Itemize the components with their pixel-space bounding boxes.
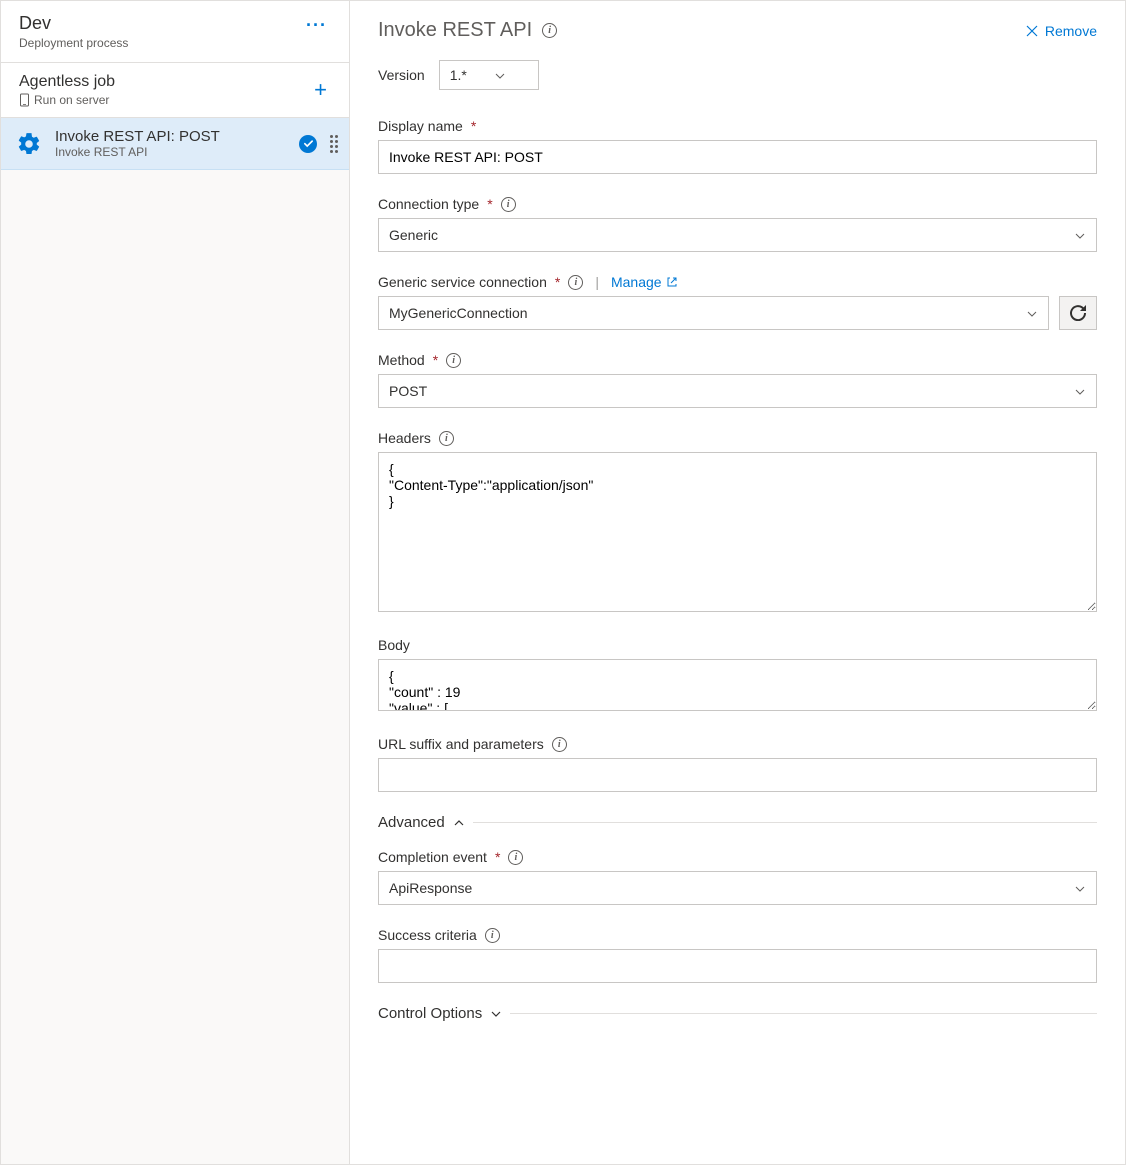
chevron-down-icon [1074,385,1086,397]
display-name-input[interactable] [378,140,1097,174]
info-icon[interactable]: i [568,275,583,290]
required-asterisk: * [487,196,492,212]
service-connection-label: Generic service connection [378,274,547,290]
body-textarea[interactable]: { "count" : 19 "value" : [ [378,659,1097,711]
server-icon [19,93,30,107]
chevron-down-icon [490,1008,502,1020]
stage-title: Dev [19,13,128,34]
completion-event-select[interactable]: ApiResponse [378,871,1097,905]
refresh-button[interactable] [1059,296,1097,330]
close-icon [1025,24,1039,38]
task-status-badge [299,135,317,153]
info-icon[interactable]: i [508,850,523,865]
connection-type-select[interactable]: Generic [378,218,1097,252]
headers-label: Headers [378,430,431,446]
required-asterisk: * [495,849,500,865]
headers-textarea[interactable]: { "Content-Type":"application/json" } [378,452,1097,612]
url-suffix-label: URL suffix and parameters [378,736,544,752]
remove-button[interactable]: Remove [1025,23,1097,39]
method-select[interactable]: POST [378,374,1097,408]
info-icon[interactable]: i [552,737,567,752]
display-name-label: Display name [378,118,463,134]
required-asterisk: * [433,352,438,368]
main-panel: Invoke REST API i Remove Version 1.* Dis… [350,1,1125,1164]
external-link-icon [666,276,678,288]
connection-type-label: Connection type [378,196,479,212]
task-title: Invoke REST API: POST [55,128,287,145]
drag-handle-icon[interactable] [329,135,339,153]
task-row-selected[interactable]: Invoke REST API: POST Invoke REST API [1,118,349,170]
required-asterisk: * [471,118,476,134]
add-task-button[interactable]: + [308,77,333,103]
url-suffix-input[interactable] [378,758,1097,792]
refresh-icon [1070,305,1086,321]
success-criteria-label: Success criteria [378,927,477,943]
version-select[interactable]: 1.* [439,60,539,90]
chevron-down-icon [1074,229,1086,241]
manage-link[interactable]: Manage [611,274,678,290]
control-options-section-toggle[interactable]: Control Options [378,1005,1097,1022]
stage-subtitle: Deployment process [19,36,128,50]
separator: | [595,274,599,290]
advanced-section-toggle[interactable]: Advanced [378,814,1097,831]
info-icon[interactable]: i [501,197,516,212]
agentless-job-row[interactable]: Agentless job Run on server + [1,63,349,118]
job-title: Agentless job [19,73,115,91]
service-connection-select[interactable]: MyGenericConnection [378,296,1049,330]
stage-more-button[interactable]: ··· [300,13,333,38]
task-subtitle: Invoke REST API [55,145,287,159]
info-icon[interactable]: i [485,928,500,943]
chevron-down-icon [494,69,506,81]
method-label: Method [378,352,425,368]
info-icon[interactable]: i [439,431,454,446]
success-criteria-input[interactable] [378,949,1097,983]
chevron-down-icon [1026,307,1038,319]
chevron-down-icon [1074,882,1086,894]
body-label: Body [378,637,410,653]
sidebar: Dev Deployment process ··· Agentless job… [1,1,350,1164]
stage-header: Dev Deployment process ··· [1,1,349,63]
job-subtitle: Run on server [19,93,115,107]
chevron-up-icon [453,817,465,829]
completion-event-label: Completion event [378,849,487,865]
info-icon[interactable]: i [446,353,461,368]
version-label: Version [378,67,425,83]
info-icon[interactable]: i [542,23,557,38]
required-asterisk: * [555,274,560,290]
gear-icon [15,130,43,158]
page-title: Invoke REST API [378,19,532,42]
